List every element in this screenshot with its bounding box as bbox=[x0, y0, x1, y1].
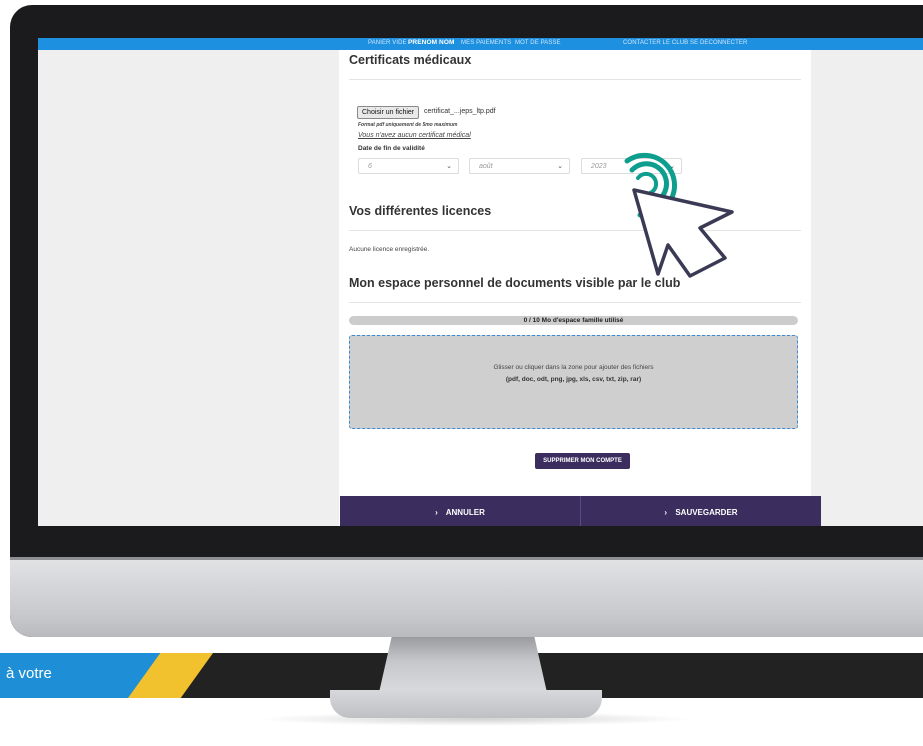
monitor-stand-neck bbox=[378, 637, 548, 697]
monitor-chin bbox=[10, 557, 923, 637]
choose-file-button[interactable]: Choisir un fichier bbox=[357, 106, 420, 119]
top-nav-bar: PANIER VIDE PRENOM NOM MES PAIEMENTS MOT… bbox=[38, 38, 923, 50]
month-select[interactable]: août ⌄ bbox=[469, 158, 570, 174]
certificats-title: Certificats médicaux bbox=[349, 53, 472, 67]
chevron-down-icon: ⌄ bbox=[669, 163, 675, 170]
no-certificate-link[interactable]: Vous n'avez aucun certificat médical bbox=[358, 132, 471, 139]
dropzone-instruction: Glisser ou cliquer dans la zone pour ajo… bbox=[493, 364, 654, 371]
year-select-value: 2023 bbox=[591, 163, 607, 170]
day-select-value: 6 bbox=[368, 163, 372, 170]
monitor-stand-base bbox=[330, 690, 602, 718]
validity-date-label: Date de fin de validité bbox=[358, 145, 425, 152]
storage-progress-bar: 0 / 10 Mo d'espace famille utilisé bbox=[349, 316, 798, 325]
nav-user-name[interactable]: PRENOM NOM bbox=[408, 39, 455, 46]
chevron-right-icon: › bbox=[664, 508, 668, 517]
chevron-right-icon: › bbox=[435, 508, 438, 517]
nav-logout-link[interactable]: SE DECONNECTER bbox=[690, 40, 747, 46]
file-dropzone[interactable]: Glisser ou cliquer dans la zone pour ajo… bbox=[349, 335, 798, 429]
format-note: Format pdf uniquement de 5mo maximum bbox=[358, 122, 458, 128]
month-select-value: août bbox=[479, 163, 493, 170]
storage-usage-text: 0 / 10 Mo d'espace famille utilisé bbox=[523, 317, 624, 324]
section-divider bbox=[349, 230, 801, 231]
year-select[interactable]: 2023 ⌄ bbox=[581, 158, 682, 174]
dropzone-file-types: (pdf, doc, odt, png, jpg, xls, csv, txt,… bbox=[505, 376, 642, 383]
section-divider bbox=[349, 302, 801, 303]
monitor-chin-edge bbox=[10, 557, 923, 560]
bottom-action-bar: › ANNULER › SAUVEGARDER bbox=[340, 496, 821, 526]
save-button-label: SAUVEGARDER bbox=[675, 508, 738, 517]
monitor-screen: PANIER VIDE PRENOM NOM MES PAIEMENTS MOT… bbox=[38, 38, 923, 526]
chevron-down-icon: ⌄ bbox=[446, 163, 452, 170]
chevron-down-icon: ⌄ bbox=[557, 163, 563, 170]
nav-password-link[interactable]: MOT DE PASSE bbox=[515, 40, 561, 46]
selected-file-name: certificat_...jeps_ltp.pdf bbox=[424, 108, 496, 115]
banner-text: à votre bbox=[6, 665, 52, 682]
day-select[interactable]: 6 ⌄ bbox=[358, 158, 459, 174]
stage: à votre PANIER VIDE PRENOM NOM MES PAIEM… bbox=[0, 0, 923, 746]
nav-payments-link[interactable]: MES PAIEMENTS bbox=[461, 40, 511, 46]
section-divider bbox=[349, 79, 801, 80]
documents-title: Mon espace personnel de documents visibl… bbox=[349, 276, 681, 290]
nav-cart-link[interactable]: PANIER VIDE bbox=[368, 40, 407, 46]
licences-empty-text: Aucune licence enregistrée. bbox=[349, 246, 430, 253]
save-button[interactable]: › SAUVEGARDER bbox=[581, 496, 821, 526]
main-content: Certificats médicaux Choisir un fichier … bbox=[339, 50, 811, 526]
nav-contact-link[interactable]: CONTACTER LE CLUB bbox=[623, 40, 688, 46]
delete-account-button[interactable]: SUPPRIMER MON COMPTE bbox=[535, 453, 630, 469]
licences-title: Vos différentes licences bbox=[349, 204, 492, 218]
cancel-button[interactable]: › ANNULER bbox=[340, 496, 580, 526]
cancel-button-label: ANNULER bbox=[445, 508, 485, 517]
